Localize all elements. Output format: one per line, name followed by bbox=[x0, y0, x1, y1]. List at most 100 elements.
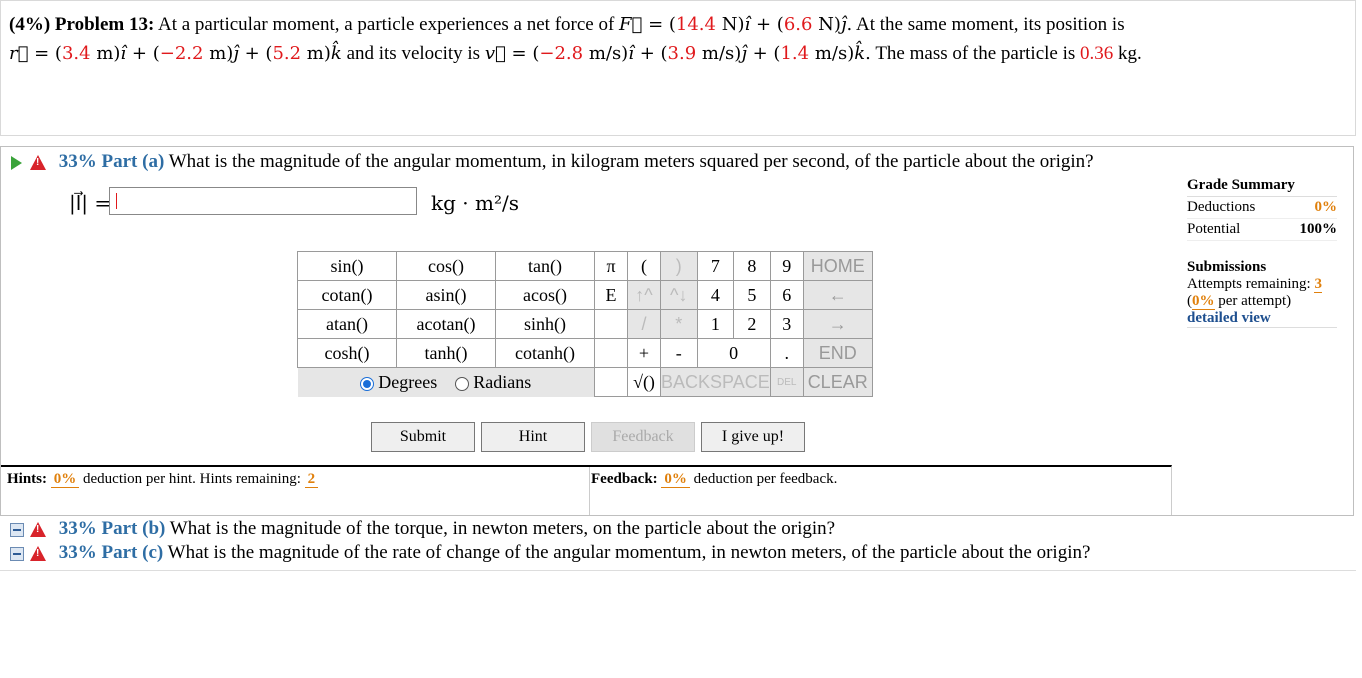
problem-line-1: (4%) Problem 13: At a particular moment,… bbox=[9, 10, 1347, 39]
key-e[interactable]: E bbox=[594, 280, 628, 310]
warning-icon: ! bbox=[30, 546, 46, 562]
attempts-remaining: Attempts remaining: 3 bbox=[1187, 276, 1337, 293]
hints-remaining: 2 bbox=[304, 471, 319, 488]
key-cosh[interactable]: cosh() bbox=[297, 338, 397, 368]
answer-input[interactable] bbox=[109, 187, 417, 215]
key-minus[interactable]: - bbox=[660, 338, 698, 368]
key-9[interactable]: 9 bbox=[769, 251, 804, 281]
key-right-arrow[interactable]: → bbox=[802, 309, 873, 339]
key-cotan[interactable]: cotan() bbox=[297, 280, 397, 310]
radians-label: Radians bbox=[473, 371, 532, 392]
hints-feedback-bar: Hints: 0% deduction per hint. Hints rema… bbox=[1, 465, 1172, 515]
collapse-icon[interactable] bbox=[10, 522, 24, 537]
attempts-count: 3 bbox=[1314, 276, 1322, 293]
problem-line-2: r⃗ = (3.4 m)î + (−2.2 m)ĵ + (5.2 m)k̂ an… bbox=[9, 39, 1347, 68]
other-parts: ! 33% Part (b) What is the magnitude of … bbox=[0, 517, 1356, 571]
hints-label: Hints: bbox=[7, 471, 48, 487]
grade-summary: Grade Summary Deductions 0% Potential 100%… bbox=[1187, 177, 1337, 328]
velocity-intro: and its velocity is bbox=[346, 43, 481, 64]
play-icon[interactable] bbox=[11, 155, 22, 170]
part-b-label: Part (b) bbox=[101, 518, 166, 539]
part-b-percent: 33% bbox=[58, 518, 97, 539]
problem-statement: (4%) Problem 13: At a particular moment,… bbox=[0, 0, 1356, 136]
deductions-value: 0% bbox=[1314, 199, 1338, 215]
position-intro: At the same moment, its position is bbox=[855, 14, 1125, 35]
degrees-label: Degrees bbox=[378, 371, 438, 392]
part-c-label: Part (c) bbox=[101, 542, 164, 563]
key-divide: / bbox=[627, 309, 661, 339]
key-acos[interactable]: acos() bbox=[495, 280, 595, 310]
key-close-paren: ) bbox=[660, 251, 698, 281]
hints-pct: 0% bbox=[50, 471, 80, 488]
key-pi[interactable]: π bbox=[594, 251, 628, 281]
part-a-panel: ! 33% Part (a) What is the magnitude of … bbox=[0, 146, 1354, 516]
submissions-title: Submissions bbox=[1187, 259, 1267, 275]
give-up-button[interactable]: I give up! bbox=[701, 422, 805, 452]
key-cotanh[interactable]: cotanh() bbox=[495, 338, 595, 368]
hints-text: deduction per hint. Hints remaining: bbox=[83, 471, 301, 487]
collapse-icon[interactable] bbox=[10, 546, 24, 561]
key-multiply: * bbox=[660, 309, 698, 339]
answer-units: kg · m²/s bbox=[431, 191, 519, 215]
calculator-keypad: sin() cos() tan() π ( ) 7 8 9 HOME cotan… bbox=[297, 251, 873, 397]
key-dot[interactable]: . bbox=[769, 338, 804, 368]
key-7[interactable]: 7 bbox=[696, 251, 735, 281]
mass-intro: The mass of the particle is bbox=[875, 43, 1076, 64]
potential-row: Potential 100% bbox=[1187, 219, 1337, 241]
attempts-label: Attempts remaining: bbox=[1187, 276, 1311, 292]
key-0[interactable]: 0 bbox=[696, 338, 771, 368]
key-3[interactable]: 3 bbox=[769, 309, 804, 339]
velocity-vector: v⃗ = (−2.8 m/s)î + (3.9 m/s)ĵ + (1.4 m/s… bbox=[484, 43, 871, 64]
key-6[interactable]: 6 bbox=[769, 280, 804, 310]
key-sin[interactable]: sin() bbox=[297, 251, 397, 281]
detailed-view-link[interactable]: detailed view bbox=[1187, 310, 1337, 328]
key-asin[interactable]: asin() bbox=[396, 280, 496, 310]
feedback-pct: 0% bbox=[661, 471, 690, 488]
key-tan[interactable]: tan() bbox=[495, 251, 595, 281]
key-1[interactable]: 1 bbox=[696, 309, 735, 339]
key-backspace[interactable]: BACKSPACE bbox=[660, 367, 771, 397]
part-a-header: ! 33% Part (a) What is the magnitude of … bbox=[11, 151, 1094, 173]
key-open-paren[interactable]: ( bbox=[627, 251, 661, 281]
key-tanh[interactable]: tanh() bbox=[396, 338, 496, 368]
deductions-row: Deductions 0% bbox=[1187, 197, 1337, 219]
key-blank-2 bbox=[594, 338, 628, 368]
feedback-info: Feedback: 0% deduction per feedback. bbox=[591, 471, 837, 488]
submit-button[interactable]: Submit bbox=[371, 422, 475, 452]
position-vector: r⃗ = (3.4 m)î + (−2.2 m)ĵ + (5.2 m)k̂ bbox=[9, 43, 342, 64]
per-attempt-label: per attempt) bbox=[1218, 293, 1292, 309]
text-caret bbox=[116, 193, 117, 209]
key-home[interactable]: HOME bbox=[802, 251, 873, 281]
part-c-question: What is the magnitude of the rate of cha… bbox=[167, 542, 1091, 563]
problem-title: Problem 13: bbox=[54, 14, 155, 35]
mass-unit: kg. bbox=[1118, 43, 1142, 64]
key-sinh[interactable]: sinh() bbox=[495, 309, 595, 339]
feedback-button: Feedback bbox=[591, 422, 695, 452]
degrees-radio[interactable] bbox=[360, 376, 375, 391]
key-del[interactable]: DEL bbox=[769, 367, 804, 397]
potential-label: Potential bbox=[1187, 221, 1241, 237]
radians-radio[interactable] bbox=[455, 376, 470, 391]
feedback-text: deduction per feedback. bbox=[693, 471, 838, 487]
key-sqrt[interactable]: √() bbox=[627, 367, 661, 397]
mass-value: 0.36 bbox=[1080, 43, 1114, 64]
part-b-row[interactable]: ! 33% Part (b) What is the magnitude of … bbox=[10, 518, 835, 540]
warning-icon: ! bbox=[30, 522, 46, 538]
key-cos[interactable]: cos() bbox=[396, 251, 496, 281]
part-c-row[interactable]: ! 33% Part (c) What is the magnitude of … bbox=[10, 542, 1090, 564]
per-attempt-pct: 0% bbox=[1192, 293, 1215, 310]
key-atan[interactable]: atan() bbox=[297, 309, 397, 339]
key-left-arrow[interactable]: ← bbox=[802, 280, 873, 310]
key-5[interactable]: 5 bbox=[733, 280, 771, 310]
key-end[interactable]: END bbox=[802, 338, 873, 368]
key-2[interactable]: 2 bbox=[733, 309, 771, 339]
key-acotan[interactable]: acotan() bbox=[396, 309, 496, 339]
part-a-question: What is the magnitude of the angular mom… bbox=[168, 151, 1094, 172]
key-8[interactable]: 8 bbox=[733, 251, 771, 281]
key-clear[interactable]: CLEAR bbox=[802, 367, 873, 397]
problem-intro: At a particular moment, a particle exper… bbox=[158, 14, 615, 35]
key-plus[interactable]: + bbox=[627, 338, 661, 368]
hint-button[interactable]: Hint bbox=[481, 422, 585, 452]
key-4[interactable]: 4 bbox=[696, 280, 735, 310]
per-attempt: (0% per attempt) bbox=[1187, 293, 1292, 310]
